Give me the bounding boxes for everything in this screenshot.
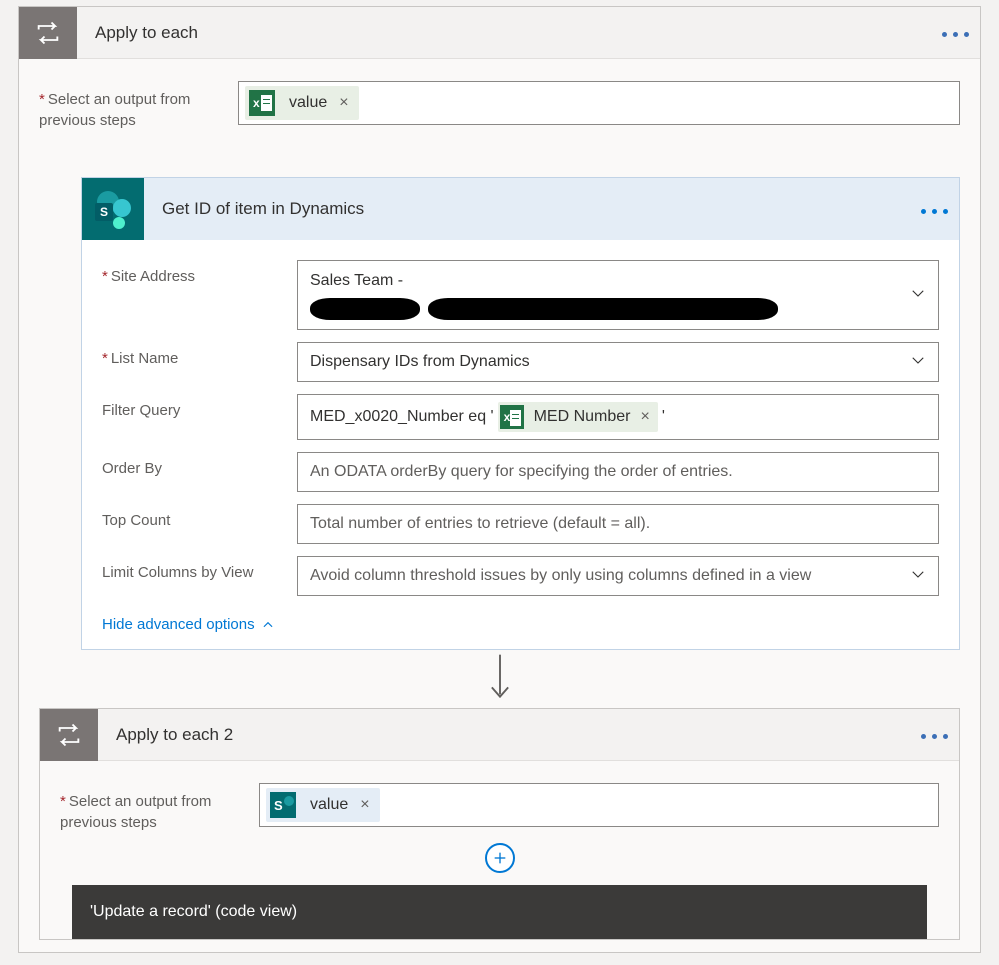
flow-connector-arrow — [39, 650, 960, 708]
token-label: value — [310, 796, 348, 814]
loop-icon — [19, 7, 77, 59]
hide-advanced-options-link[interactable]: Hide advanced options — [102, 616, 275, 633]
order-by-label: Order By — [102, 452, 297, 492]
select-output-label: *Select an output from previous steps — [60, 783, 235, 833]
dynamic-token-excel-med-number[interactable]: MED Number × — [498, 402, 658, 432]
card-title: Apply to each 2 — [98, 725, 909, 745]
token-label: MED Number — [534, 405, 631, 429]
plus-icon — [492, 850, 508, 866]
select-output-label: *Select an output from previous steps — [39, 81, 214, 131]
card-header[interactable]: Apply to each 2 — [40, 709, 959, 761]
dynamic-token-sharepoint-value[interactable]: value × — [266, 788, 380, 822]
remove-token-button[interactable]: × — [337, 94, 350, 112]
site-address-select[interactable]: Sales Team - — [297, 260, 939, 330]
apply-to-each-card: Apply to each *Select an output from pre… — [18, 6, 981, 953]
card-title: Apply to each — [77, 23, 930, 43]
apply-to-each-2-card: Apply to each 2 *Select an output from p… — [39, 708, 960, 940]
limit-columns-label: Limit Columns by View — [102, 556, 297, 596]
remove-token-button[interactable]: × — [358, 796, 371, 814]
list-name-label: *List Name — [102, 342, 297, 382]
excel-icon — [500, 405, 524, 429]
limit-columns-select[interactable]: Avoid column threshold issues by only us… — [297, 556, 939, 596]
sharepoint-icon — [270, 792, 296, 818]
more-menu-button[interactable] — [909, 201, 959, 218]
order-by-input[interactable]: An ODATA orderBy query for specifying th… — [297, 452, 939, 492]
filter-query-label: Filter Query — [102, 394, 297, 440]
chevron-up-icon — [261, 618, 275, 632]
card-title: Get ID of item in Dynamics — [144, 199, 909, 219]
filter-query-input[interactable]: MED_x0020_Number eq ' MED Number × ' — [297, 394, 939, 440]
redacted-content — [310, 297, 778, 321]
more-menu-button[interactable] — [930, 24, 980, 41]
sharepoint-icon: S — [82, 178, 144, 240]
excel-icon — [249, 90, 275, 116]
remove-token-button[interactable]: × — [639, 405, 652, 429]
top-count-input[interactable]: Total number of entries to retrieve (def… — [297, 504, 939, 544]
card-body: *Site Address Sales Team - — [82, 240, 959, 649]
token-label: value — [289, 94, 327, 112]
update-record-code-view-header[interactable]: 'Update a record' (code view) — [72, 885, 927, 939]
card-header[interactable]: S Get ID of item in Dynamics — [82, 178, 959, 240]
flow-designer-canvas: Apply to each *Select an output from pre… — [0, 0, 999, 965]
select-output-input[interactable]: value × — [259, 783, 939, 827]
card-header[interactable]: Apply to each — [19, 7, 980, 59]
card-body: *Select an output from previous steps va… — [19, 59, 980, 952]
add-action-button[interactable] — [485, 843, 515, 873]
select-output-input[interactable]: value × — [238, 81, 960, 125]
top-count-label: Top Count — [102, 504, 297, 544]
site-address-label: *Site Address — [102, 260, 297, 330]
card-body: *Select an output from previous steps va… — [40, 761, 959, 939]
list-name-select[interactable]: Dispensary IDs from Dynamics — [297, 342, 939, 382]
loop-icon — [40, 709, 98, 761]
dynamic-token-excel-value[interactable]: value × — [245, 86, 359, 120]
more-menu-button[interactable] — [909, 726, 959, 743]
sharepoint-get-items-card: S Get ID of item in Dynamics *Site Addre… — [81, 177, 960, 650]
